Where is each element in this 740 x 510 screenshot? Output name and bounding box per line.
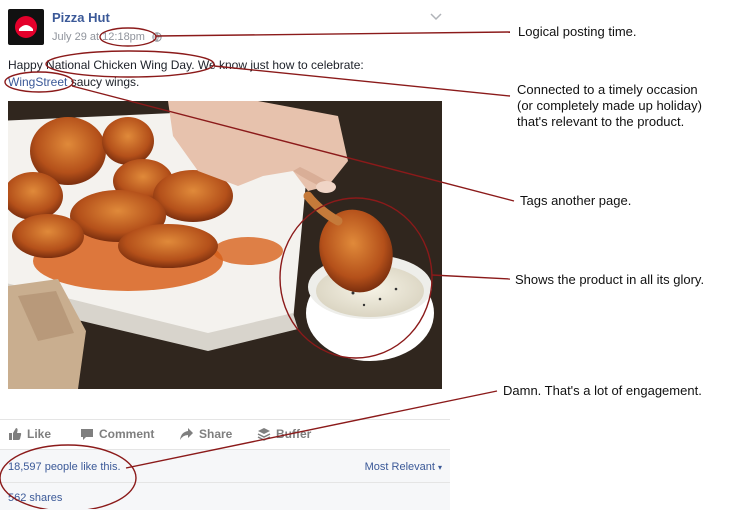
share-label: Share	[199, 427, 233, 441]
page-name-link[interactable]: Pizza Hut	[52, 10, 110, 25]
wingstreet-tag-link[interactable]: WingStreet	[8, 75, 67, 89]
post-actions-bar: Like Comment Share Buffer	[0, 419, 450, 450]
like-label: Like	[27, 427, 52, 441]
post-text-middle: . We know just how to celebrate:	[191, 58, 364, 72]
caret-down-icon: ▾	[437, 463, 442, 472]
annotation-engagement: Damn. That's a lot of engagement.	[503, 383, 702, 398]
shares-count-link[interactable]: 562 shares	[8, 492, 62, 504]
annotation-occasion-line-3: that's relevant to the product.	[517, 114, 685, 129]
annotation-timely-occasion: Connected to a timely occasion (or compl…	[517, 82, 702, 130]
annotation-occasion-line-2: (or completely made up holiday)	[517, 98, 702, 113]
post-time-link[interactable]: 12:18pm	[102, 31, 145, 43]
engagement-stats: 18,597 people like this. Most Relevant ▾…	[0, 449, 450, 510]
sort-label: Most Relevant	[364, 461, 435, 473]
share-button[interactable]: Share	[179, 427, 232, 441]
annotation-product-glory: Shows the product in all its glory.	[515, 272, 705, 287]
pizza-hut-logo-icon	[15, 16, 37, 38]
post-options-chevron-icon[interactable]	[430, 8, 442, 26]
comment-icon	[81, 429, 93, 440]
page-avatar[interactable]	[8, 9, 44, 45]
buffer-stack-icon	[257, 428, 271, 441]
post-text-start: Happy	[8, 58, 47, 72]
stats-divider	[0, 482, 450, 483]
share-arrow-icon	[180, 428, 193, 440]
annotation-occasion-line-1: Connected to a timely occasion	[517, 82, 698, 97]
like-button[interactable]: Like	[8, 427, 51, 441]
post-meta: July 29 at 12:18pm	[52, 31, 162, 45]
post-message: Happy National Chicken Wing Day. We know…	[8, 57, 408, 91]
buffer-label: Buffer	[276, 427, 312, 441]
sort-dropdown[interactable]: Most Relevant ▾	[365, 461, 442, 473]
annotation-posting-time: Logical posting time.	[518, 24, 637, 39]
post-text-end: saucy wings.	[67, 75, 140, 89]
comment-button[interactable]: Comment	[80, 427, 154, 441]
likes-count-link[interactable]: 18,597 people like this.	[8, 461, 121, 473]
post-photo-chicken-wings[interactable]	[8, 101, 442, 389]
post-text-occasion: National Chicken Wing Day	[46, 58, 192, 72]
post-date: July 29 at	[52, 31, 100, 43]
facebook-post: Pizza Hut July 29 at 12:18pm Happy Natio…	[0, 0, 450, 510]
globe-icon	[152, 32, 162, 45]
thumbs-up-icon	[9, 428, 22, 440]
annotation-tags-page: Tags another page.	[520, 193, 632, 208]
buffer-button[interactable]: Buffer	[257, 427, 311, 441]
comment-label: Comment	[99, 427, 155, 441]
